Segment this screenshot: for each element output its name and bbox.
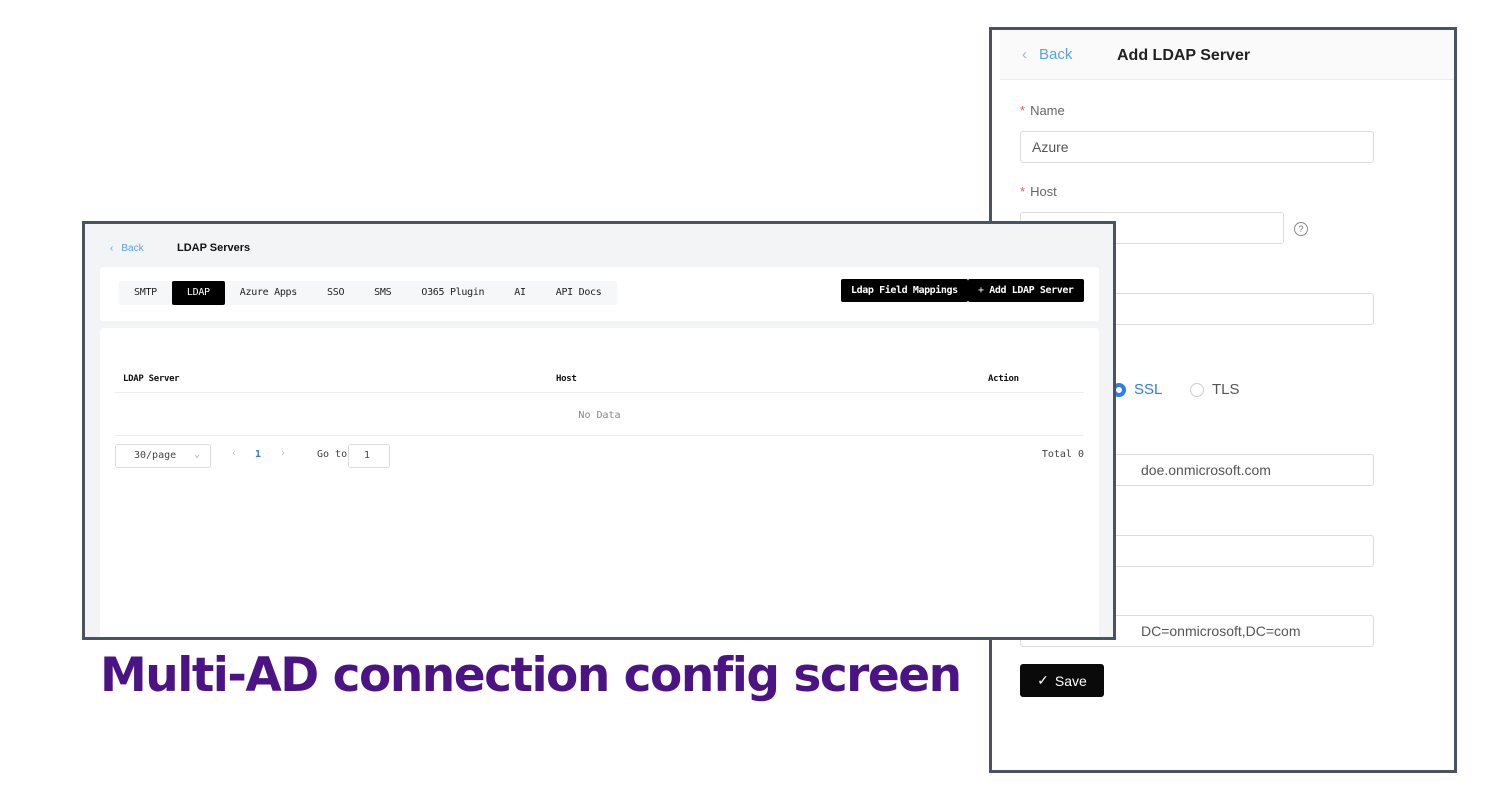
prev-page-icon[interactable]: ‹ [231,448,237,459]
page-title: Add LDAP Server [1117,47,1251,64]
help-icon[interactable]: ? [1294,222,1308,236]
name-field[interactable]: Azure [1020,131,1374,163]
check-icon: ✓ [1037,672,1049,688]
save-button[interactable]: ✓ Save [1020,664,1104,697]
ldap-servers-window: ‹ Back LDAP Servers SMTP LDAP Azure Apps… [82,221,1116,640]
tab-sso[interactable]: SSO [312,281,359,305]
page-title: LDAP Servers [177,242,251,254]
column-header-host: Host [556,374,577,384]
back-label: Back [1039,46,1073,63]
ldap-field-mappings-button[interactable]: Ldap Field Mappings [841,279,968,302]
form-header: ‹ Back Add LDAP Server [1000,30,1454,80]
add-server-label: Add LDAP Server [989,285,1074,296]
tab-o365-plugin[interactable]: O365 Plugin [406,281,499,305]
empty-state-text: No Data [578,410,621,421]
goto-page-input[interactable]: 1 [348,444,390,468]
tls-label: TLS [1212,381,1240,398]
tab-smtp[interactable]: SMTP [119,281,172,305]
settings-tabs: SMTP LDAP Azure Apps SSO SMS O365 Plugin… [119,281,617,305]
save-label: Save [1054,672,1087,689]
chevron-left-icon: ‹ [1022,46,1027,63]
page-size-select[interactable]: 30/page ⌄ [115,444,211,468]
page-size-value: 30/page [134,450,177,461]
back-link[interactable]: ‹ Back [110,243,144,254]
tab-ai[interactable]: AI [499,281,540,305]
tab-ldap[interactable]: LDAP [171,281,225,305]
table-divider [115,435,1084,436]
tab-azure-apps[interactable]: Azure Apps [225,281,312,305]
tls-radio[interactable]: TLS [1190,381,1240,398]
radio-unchecked-icon [1190,382,1204,397]
add-ldap-server-button[interactable]: + Add LDAP Server [968,279,1084,302]
next-page-icon[interactable]: › [280,448,286,459]
plus-icon: + [978,285,990,296]
required-marker-icon: * [1020,103,1026,118]
tab-sms[interactable]: SMS [359,281,406,305]
host-label: * Host [1020,184,1057,199]
required-marker-icon: * [1020,184,1026,199]
current-page-number[interactable]: 1 [255,449,261,460]
table-divider [115,392,1084,393]
servers-table-card: LDAP Server Host Action No Data 30/page … [100,328,1099,637]
chevron-down-icon: ⌄ [193,449,200,460]
ssl-label: SSL [1134,381,1163,398]
total-count: Total 0 [1041,449,1084,460]
back-link[interactable]: ‹ Back [1022,46,1072,63]
column-header-action: Action [988,374,1019,384]
tab-bar: SMTP LDAP Azure Apps SSO SMS O365 Plugin… [100,267,1099,321]
ssl-radio[interactable]: SSL [1112,381,1162,398]
tab-api-docs[interactable]: API Docs [541,281,617,305]
goto-label: Go to [317,449,348,460]
caption-heading: Multi-AD connection config screen [100,648,962,703]
column-header-ldap-server: LDAP Server [123,374,180,384]
name-label: * Name [1020,103,1065,118]
back-label: Back [121,243,144,254]
chevron-left-icon: ‹ [110,243,114,254]
